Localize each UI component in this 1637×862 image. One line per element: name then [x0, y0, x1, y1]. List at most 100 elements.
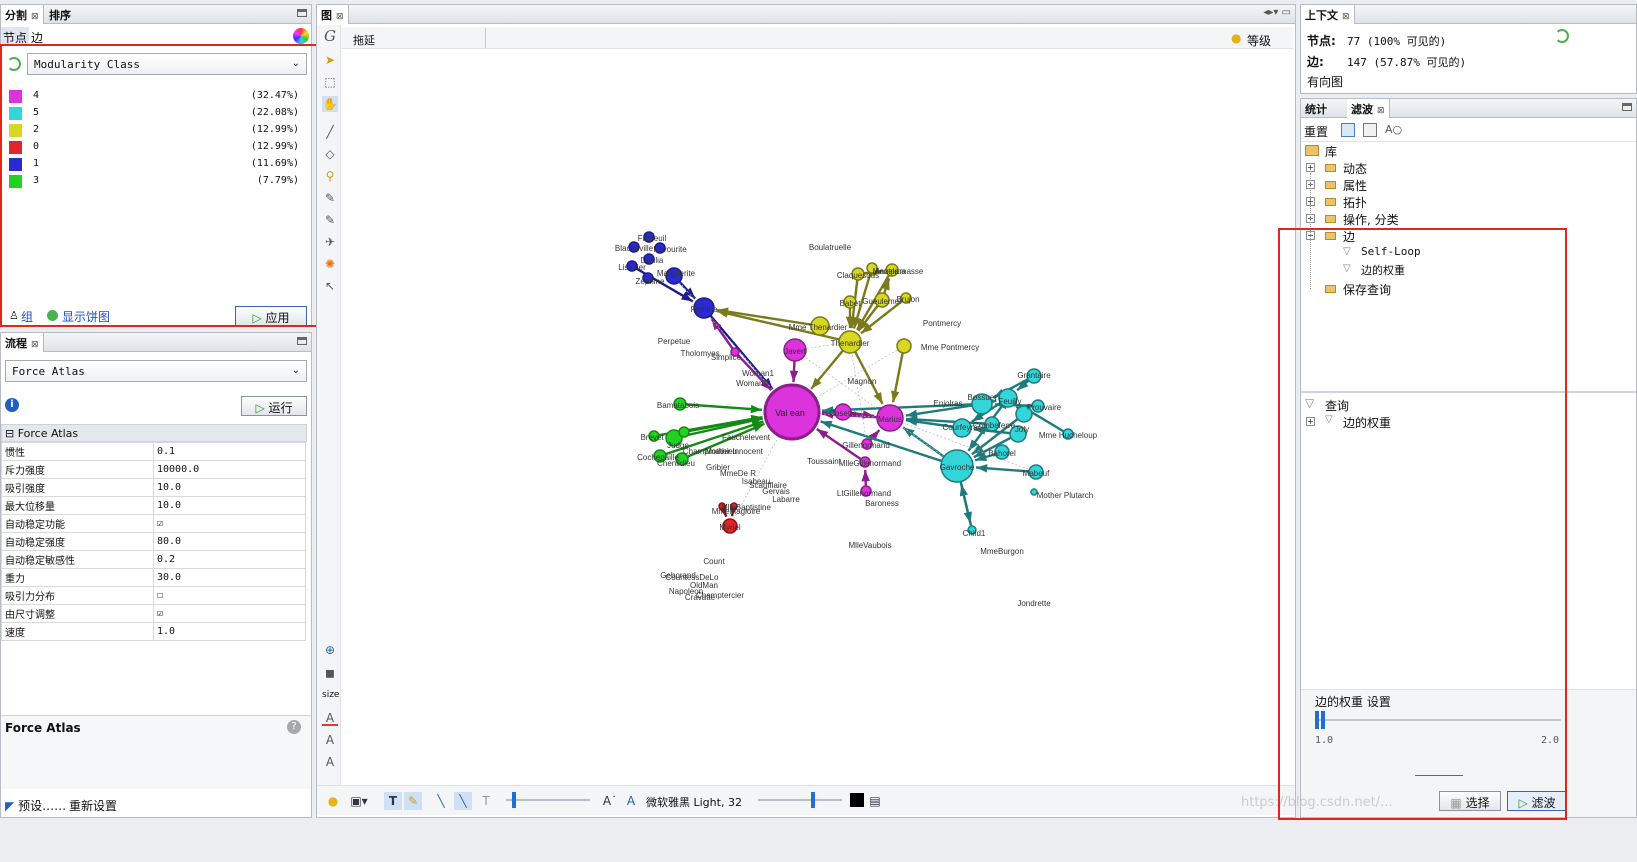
color-palette-icon[interactable] [293, 28, 309, 44]
graph-node[interactable] [678, 426, 690, 438]
filter-category[interactable]: 拓扑 [1343, 194, 1367, 211]
apply-button[interactable]: ▷ 应用 [235, 306, 307, 326]
refresh-icon[interactable] [1555, 29, 1569, 43]
filter-category[interactable]: 属性 [1343, 177, 1367, 194]
property-value[interactable]: 80.0 [153, 532, 306, 551]
property-value[interactable]: 10.0 [153, 496, 306, 515]
property-value[interactable]: 10000.0 [153, 460, 306, 479]
select-button[interactable]: ▦ 选择 [1439, 791, 1501, 811]
subtab-edges[interactable]: 边 [29, 27, 45, 45]
auto-refresh-icon[interactable]: A○ [1385, 123, 1402, 136]
filter-category[interactable]: 边 [1343, 228, 1355, 245]
legend-row[interactable]: 2 (12.99%) [7, 122, 307, 139]
size-brush-icon[interactable]: ✎ [322, 212, 338, 228]
property-row[interactable]: 吸引力分布 ☐ [1, 586, 306, 605]
tab-filters[interactable]: 滤波 ⊠ [1347, 99, 1390, 118]
info-icon[interactable]: i [5, 398, 19, 412]
property-row[interactable]: 自动稳定强度 80.0 [1, 532, 306, 551]
refresh-icon[interactable] [7, 57, 21, 71]
help-icon[interactable]: ? [287, 720, 301, 734]
property-value[interactable]: 10.0 [153, 478, 306, 497]
legend-row[interactable]: 0 (12.99%) [7, 139, 307, 156]
edge-weight-thumb[interactable] [512, 792, 516, 808]
shortest-path-icon[interactable]: ✈ [322, 234, 338, 250]
tab-layout[interactable]: 流程 ⊠ [1, 333, 44, 352]
filter-category[interactable]: 操作, 分类 [1343, 211, 1399, 228]
range-slider-min-thumb[interactable] [1315, 711, 1319, 729]
property-row[interactable]: 由尺寸调整 ☑ [1, 604, 306, 623]
range-slider-max-thumb[interactable] [1321, 711, 1325, 729]
close-icon[interactable]: ⊠ [31, 12, 39, 22]
presets-menu[interactable]: ◤ 预设…… [5, 797, 66, 814]
reset-filters-button[interactable]: 重置 [1304, 123, 1328, 140]
property-value[interactable]: 1.0 [153, 622, 306, 641]
close-icon[interactable]: ⊠ [31, 340, 39, 350]
legend-row[interactable]: 5 (22.08%) [7, 105, 307, 122]
expand-query-icon[interactable]: + [1306, 417, 1315, 426]
hand-icon[interactable]: ✋ [322, 96, 338, 112]
label-size-icon[interactable]: A [322, 732, 338, 748]
property-value[interactable]: 0.1 [153, 442, 306, 461]
tab-context[interactable]: 上下文 ⊠ [1301, 5, 1355, 24]
property-row[interactable]: 吸引强度 10.0 [1, 478, 306, 497]
color-swatch[interactable] [9, 90, 22, 103]
run-button[interactable]: ▷ 运行 [241, 396, 307, 416]
property-row[interactable]: 重力 30.0 [1, 568, 306, 587]
minimize-icon[interactable] [297, 9, 307, 17]
color-swatch[interactable] [9, 107, 22, 120]
reset-settings-button[interactable]: 重新设置 [69, 797, 117, 814]
show-pie-link[interactable]: 显示饼图 [62, 308, 110, 325]
close-icon[interactable]: ⊠ [1377, 106, 1385, 116]
attribute-select[interactable]: Modularity Class ⌄ [27, 53, 307, 75]
query-item[interactable]: 边的权重 [1343, 414, 1391, 431]
property-row[interactable]: 自动稳定功能 ☑ [1, 514, 306, 533]
pointer-icon[interactable]: ➤ [322, 52, 338, 68]
property-row[interactable]: 自动稳定敏感性 0.2 [1, 550, 306, 569]
filter-item[interactable]: 边的权重 [1361, 262, 1405, 279]
range-slider-track[interactable] [1315, 719, 1561, 721]
font-size-icon[interactable]: A˙ [602, 792, 618, 810]
filter-item[interactable]: Self-Loop [1361, 245, 1421, 262]
minimize-icon[interactable] [297, 337, 307, 345]
edges-icon[interactable]: ╲ [432, 792, 450, 810]
color-swatch[interactable] [9, 141, 22, 154]
expand-icon[interactable]: + [1306, 163, 1315, 172]
graph-canvas[interactable]: Val eanBoulatruelleAnzelmaBrujonMme Then… [342, 44, 1292, 780]
color-swatch[interactable] [9, 124, 22, 137]
color-swatch[interactable] [9, 175, 22, 188]
filter-button[interactable]: ▷ 滤波 [1507, 791, 1567, 811]
label-font-icon[interactable]: A [322, 754, 338, 770]
close-icon[interactable]: ⊠ [1342, 12, 1350, 22]
nav-arrows[interactable]: ◂▸▾ ▭ [1263, 7, 1291, 18]
filter-category[interactable]: 动态 [1343, 160, 1367, 177]
settings-icon[interactable]: ▤ [868, 792, 882, 810]
brush-icon[interactable]: ╱ [322, 124, 338, 140]
label-size-thumb[interactable] [811, 792, 815, 808]
tab-statistics[interactable]: 统计 [1301, 99, 1331, 118]
minimize-icon[interactable] [1622, 103, 1632, 111]
property-value[interactable]: ☐ [153, 586, 306, 605]
tab-ranking[interactable]: 排序 [45, 5, 75, 24]
group-link[interactable]: 组 [21, 308, 33, 325]
legend-row[interactable]: 3 (7.79%) [7, 173, 307, 190]
property-value[interactable]: 0.2 [153, 550, 306, 569]
color-swatch[interactable] [9, 158, 22, 171]
tab-graph[interactable]: 图 ⊠ [317, 5, 349, 24]
property-value[interactable]: ☑ [153, 514, 306, 533]
property-row[interactable]: 惯性 0.1 [1, 442, 306, 461]
rect-select-icon[interactable]: ⬚ [322, 74, 338, 90]
saved-queries[interactable]: 保存查询 [1343, 281, 1391, 298]
import-filter-icon[interactable] [1341, 123, 1355, 137]
font-color-icon[interactable]: A [624, 792, 638, 810]
property-value[interactable]: 30.0 [153, 568, 306, 587]
pencil-icon[interactable]: ✎ [322, 190, 338, 206]
label-color-swatch[interactable] [850, 793, 864, 807]
path-icon[interactable]: ⚲ [322, 168, 338, 184]
label-color-icon[interactable]: A [322, 710, 338, 726]
screenshot-icon[interactable]: ▣▾ [346, 792, 372, 810]
background-color-icon[interactable]: ◼ [322, 665, 338, 681]
properties-header[interactable]: ⊟ Force Atlas [1, 424, 307, 442]
show-labels-icon[interactable]: T [384, 792, 402, 810]
font-label[interactable]: 微软雅黑 Light, 32 [646, 794, 742, 810]
export-filter-icon[interactable] [1363, 123, 1377, 137]
